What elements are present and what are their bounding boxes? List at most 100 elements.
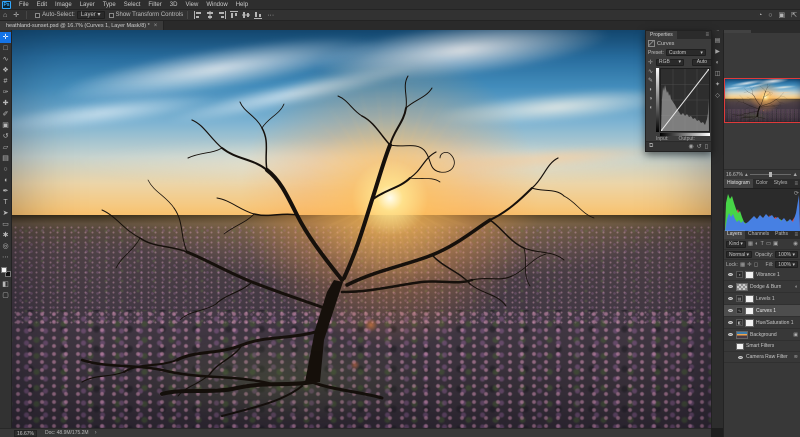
- lock-transparency-icon[interactable]: ▦: [740, 262, 745, 268]
- menu-layer[interactable]: Layer: [76, 0, 99, 10]
- tool-shape-tool[interactable]: ▭: [0, 219, 11, 230]
- tool-move-tool[interactable]: ✛: [0, 32, 11, 43]
- layer-mask-thumbnail[interactable]: [745, 271, 754, 279]
- align-top-icon[interactable]: [230, 11, 238, 19]
- status-options-chevron[interactable]: ›: [95, 430, 97, 436]
- auto-select-checkbox[interactable]: [35, 13, 40, 18]
- menu-type[interactable]: Type: [99, 0, 120, 10]
- menu-help[interactable]: Help: [232, 0, 252, 10]
- show-transform-checkbox[interactable]: [109, 13, 114, 18]
- search-icon[interactable]: ○: [768, 12, 772, 19]
- visibility-toggle[interactable]: [726, 309, 734, 312]
- layer-mask-thumbnail[interactable]: [745, 307, 754, 315]
- home-icon[interactable]: ⌂: [3, 12, 7, 19]
- tool-edit-toolbar[interactable]: ⋯: [0, 252, 11, 263]
- auto-button[interactable]: Auto: [692, 59, 712, 66]
- filter-shape-icon[interactable]: ▭: [766, 241, 771, 247]
- menu-file[interactable]: File: [15, 0, 33, 10]
- tool-healing-brush-tool[interactable]: ✚: [0, 98, 11, 109]
- menu-edit[interactable]: Edit: [33, 0, 51, 10]
- quick-mask-icon[interactable]: ◧: [0, 279, 11, 290]
- gray-point-eyedropper-icon[interactable]: ◑: [649, 96, 653, 102]
- filter-toggle-icon[interactable]: ◉: [793, 241, 798, 247]
- opacity-dropdown[interactable]: 100% ▾: [775, 251, 798, 258]
- foreground-color-swatch[interactable]: [1, 267, 7, 273]
- filter-pixel-icon[interactable]: ▦: [748, 241, 753, 247]
- tool-crop-tool[interactable]: #: [0, 76, 11, 87]
- adjustments-panel-icon[interactable]: ◐: [716, 58, 720, 69]
- document-tab[interactable]: heathland-sunset.psd @ 16.7% (Curves 1, …: [0, 21, 164, 30]
- pencil-icon[interactable]: ✎: [648, 78, 653, 84]
- actions-panel-icon[interactable]: ▶: [715, 47, 720, 58]
- black-point-eyedropper-icon[interactable]: ◗: [649, 87, 653, 93]
- tab-color[interactable]: Color: [753, 179, 771, 188]
- visibility-icon[interactable]: ◉: [688, 143, 693, 150]
- filter-adjustment-icon[interactable]: ◐: [755, 241, 758, 247]
- navigator-zoom-value[interactable]: 16.67%: [726, 172, 743, 178]
- layer-row-background[interactable]: Background ▣: [724, 329, 800, 341]
- auto-select-dropdown[interactable]: Layer ▾: [77, 11, 105, 19]
- tool-eraser-tool[interactable]: ▱: [0, 142, 11, 153]
- visibility-toggle[interactable]: [726, 333, 734, 336]
- layer-name[interactable]: Dodge & Burn: [750, 284, 781, 290]
- tool-gradient-tool[interactable]: ▤: [0, 153, 11, 164]
- align-bottom-icon[interactable]: [254, 11, 262, 19]
- smart-filters-row[interactable]: Smart Filters: [724, 341, 800, 352]
- panel-menu-icon[interactable]: ≡: [705, 32, 711, 38]
- layer-row-dodge-burn[interactable]: Dodge & Burn ◐: [724, 281, 800, 293]
- histogram-refresh-icon[interactable]: ⟳: [794, 190, 799, 197]
- filter-type-icon[interactable]: T: [760, 241, 763, 247]
- share-icon[interactable]: ◔: [758, 12, 762, 19]
- channel-dropdown[interactable]: RGB▾: [656, 59, 684, 66]
- close-tab-icon[interactable]: ×: [154, 23, 158, 29]
- workspace-icon[interactable]: ▣: [779, 11, 786, 19]
- fill-dropdown[interactable]: 100% ▾: [775, 261, 798, 268]
- visibility-toggle[interactable]: [736, 356, 744, 359]
- tool-pen-tool[interactable]: ✒: [0, 186, 11, 197]
- layer-thumbnail[interactable]: [736, 283, 748, 291]
- layer-row-curves-selected[interactable]: ∿ Curves 1: [724, 305, 800, 317]
- layer-row-vibrance[interactable]: ◑ Vibrance 1: [724, 269, 800, 281]
- filter-name[interactable]: Camera Raw Filter: [746, 354, 788, 360]
- align-left-icon[interactable]: [194, 11, 202, 19]
- layer-name[interactable]: Curves 1: [756, 308, 776, 314]
- menu-view[interactable]: View: [181, 0, 202, 10]
- tool-eyedropper-tool[interactable]: ✑: [0, 87, 11, 98]
- arrange-icon[interactable]: ⇱: [791, 11, 797, 19]
- libraries-panel-icon[interactable]: ◫: [715, 69, 721, 80]
- tool-quick-selection-tool[interactable]: ❖: [0, 65, 11, 76]
- layer-row-hue-saturation[interactable]: ◧ Hue/Saturation 1: [724, 317, 800, 329]
- visibility-toggle[interactable]: [726, 285, 734, 288]
- lock-position-icon[interactable]: ✛: [747, 262, 752, 268]
- align-middle-icon[interactable]: [242, 11, 250, 19]
- layer-name[interactable]: Hue/Saturation 1: [756, 320, 794, 326]
- tab-histogram[interactable]: Histogram: [724, 179, 753, 188]
- lock-all-icon[interactable]: ◻: [754, 262, 759, 268]
- panel-menu-icon[interactable]: ≡: [794, 232, 800, 238]
- visibility-toggle[interactable]: [726, 321, 734, 324]
- tool-hand-tool[interactable]: ✱: [0, 230, 11, 241]
- color-swatches[interactable]: [1, 267, 11, 277]
- screen-mode-icon[interactable]: ▢: [0, 290, 11, 301]
- tool-dodge-tool[interactable]: ◖: [0, 175, 11, 186]
- zoom-out-icon[interactable]: ▴: [745, 172, 748, 178]
- tool-path-selection-tool[interactable]: ➤: [0, 208, 11, 219]
- layer-row-levels[interactable]: ▤ Levels 1: [724, 293, 800, 305]
- zoom-in-icon[interactable]: ▲: [793, 172, 798, 178]
- filter-kind-dropdown[interactable]: Kind ▾: [726, 241, 746, 248]
- panel-menu-icon[interactable]: ≡: [794, 181, 800, 187]
- targeted-adjust-icon[interactable]: ✛: [648, 60, 653, 66]
- tool-history-brush-tool[interactable]: ↺: [0, 131, 11, 142]
- zoom-level-field[interactable]: 16.67%: [14, 430, 37, 437]
- white-point-eyedropper-icon[interactable]: ◖: [649, 105, 653, 111]
- menu-image[interactable]: Image: [51, 0, 76, 10]
- filter-mask-thumbnail[interactable]: [736, 343, 744, 350]
- filter-smart-object-icon[interactable]: ▣: [773, 241, 778, 247]
- tool-brush-tool[interactable]: ✐: [0, 109, 11, 120]
- smart-filters-label[interactable]: Smart Filters: [746, 343, 774, 349]
- tab-paths[interactable]: Paths: [772, 230, 791, 239]
- camera-raw-filter-row[interactable]: Camera Raw Filter ≋: [724, 352, 800, 363]
- history-panel-icon[interactable]: ▤: [715, 36, 721, 47]
- layer-mask-thumbnail[interactable]: [745, 295, 754, 303]
- tool-lasso-tool[interactable]: ∿: [0, 54, 11, 65]
